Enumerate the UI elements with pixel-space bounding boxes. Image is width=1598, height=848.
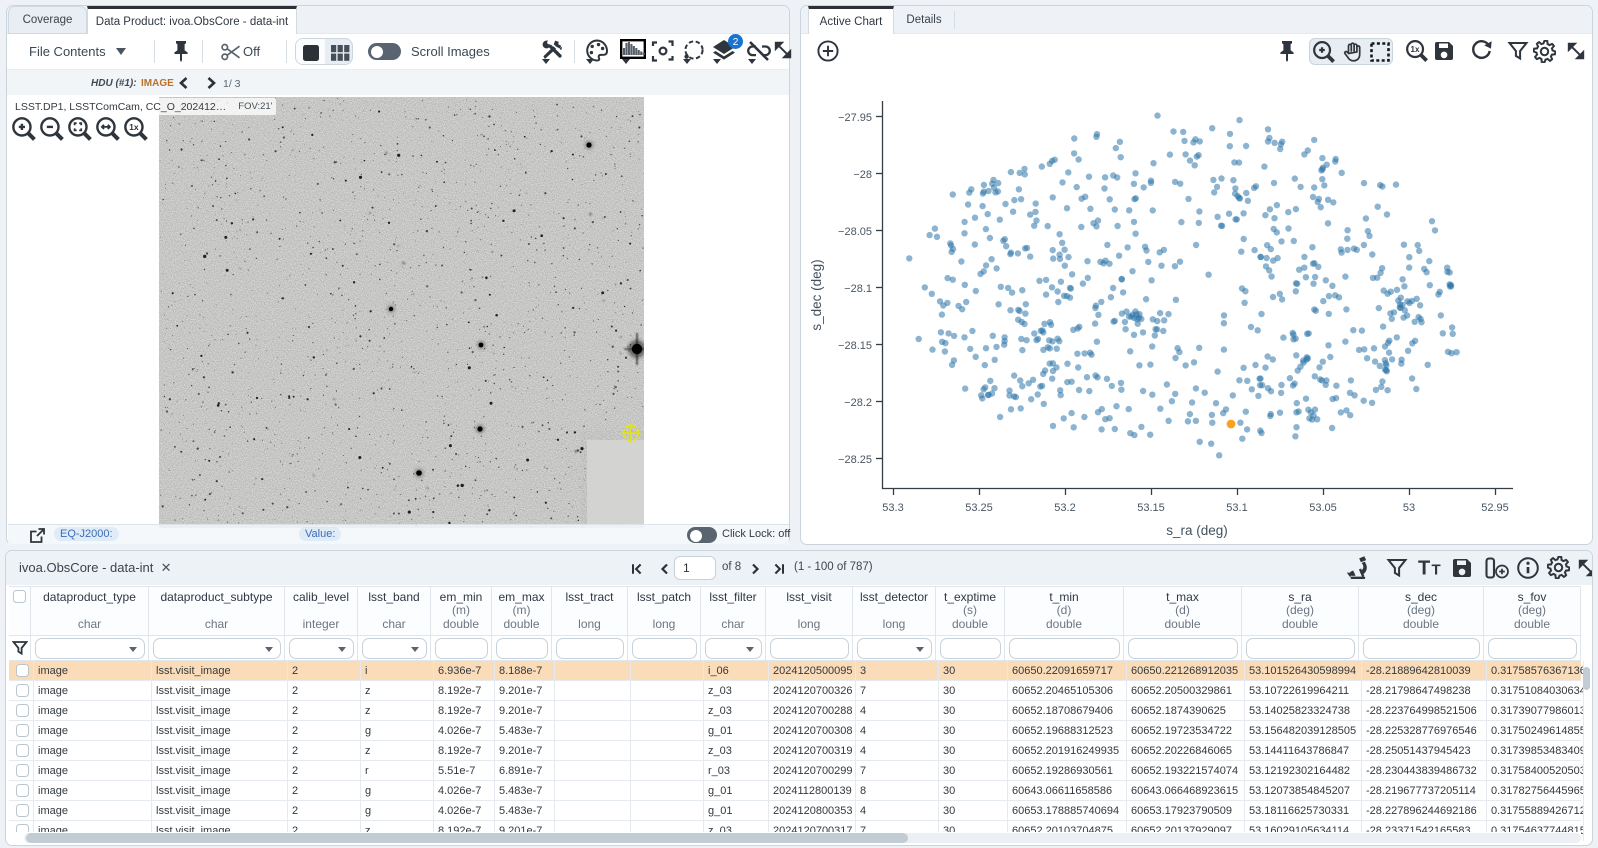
svg-text:53.25: 53.25 (965, 502, 993, 514)
svg-text:−28.2: −28.2 (844, 397, 872, 409)
svg-text:53.3: 53.3 (882, 502, 903, 514)
svg-text:1x: 1x (1411, 45, 1420, 54)
svg-text:−28: −28 (853, 169, 872, 181)
svg-text:1x: 1x (129, 122, 139, 132)
svg-text:−28.05: −28.05 (838, 226, 872, 238)
svg-text:53.15: 53.15 (1137, 502, 1165, 514)
svg-text:52.95: 52.95 (1481, 502, 1509, 514)
svg-text:s_dec (deg): s_dec (deg) (809, 259, 824, 330)
svg-text:T: T (1432, 562, 1441, 579)
svg-text:−28.15: −28.15 (838, 340, 872, 352)
svg-text:53.05: 53.05 (1309, 502, 1337, 514)
svg-text:−28.1: −28.1 (844, 283, 872, 295)
svg-text:−27.95: −27.95 (838, 112, 872, 124)
svg-text:53: 53 (1403, 502, 1415, 514)
svg-text:T: T (1418, 558, 1430, 580)
svg-text:53.2: 53.2 (1054, 502, 1075, 514)
svg-text:53.1: 53.1 (1226, 502, 1247, 514)
svg-text:s_ra (deg): s_ra (deg) (1166, 523, 1228, 538)
svg-text:−28.25: −28.25 (838, 454, 872, 466)
